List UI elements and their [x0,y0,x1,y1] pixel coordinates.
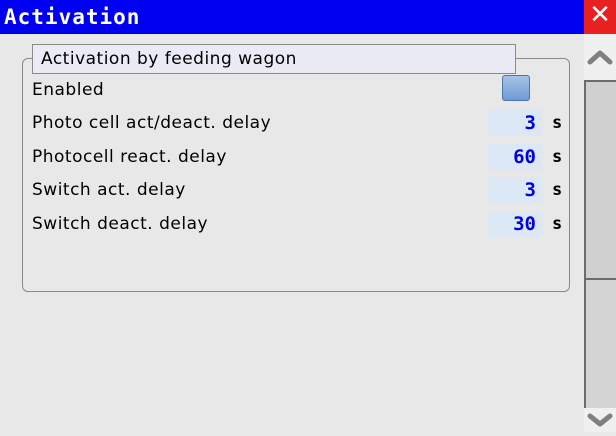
photo-cell-delay-input[interactable]: 3 [488,110,542,136]
photo-cell-delay-label: Photo cell act/deact. delay [32,113,272,133]
enabled-checkbox[interactable] [502,75,530,101]
switch-act-delay-input[interactable]: 3 [488,177,542,203]
switch-act-delay-label: Switch act. delay [32,180,186,200]
photocell-react-delay-input[interactable]: 60 [488,144,542,170]
switch-act-delay-unit: s [552,180,563,200]
vertical-scrollbar[interactable] [584,34,616,432]
scroll-up-button[interactable] [584,34,616,80]
photocell-react-delay-unit: s [552,147,563,167]
scroll-thumb[interactable] [584,80,616,280]
scroll-down-button[interactable] [584,408,616,432]
chevron-down-icon [587,413,613,427]
scroll-track[interactable] [584,280,616,408]
chevron-up-icon [587,50,613,65]
close-button[interactable]: ✕ [584,0,616,34]
enabled-label: Enabled [32,80,105,100]
switch-deact-delay-label: Switch deact. delay [32,214,209,234]
photocell-react-delay-label: Photocell react. delay [32,147,227,167]
switch-deact-delay-unit: s [552,214,563,234]
close-icon: ✕ [589,0,611,30]
group-title: Activation by feeding wagon [32,44,516,74]
window-title: Activation [0,0,584,34]
photo-cell-delay-unit: s [552,113,563,133]
switch-deact-delay-input[interactable]: 30 [488,211,542,237]
